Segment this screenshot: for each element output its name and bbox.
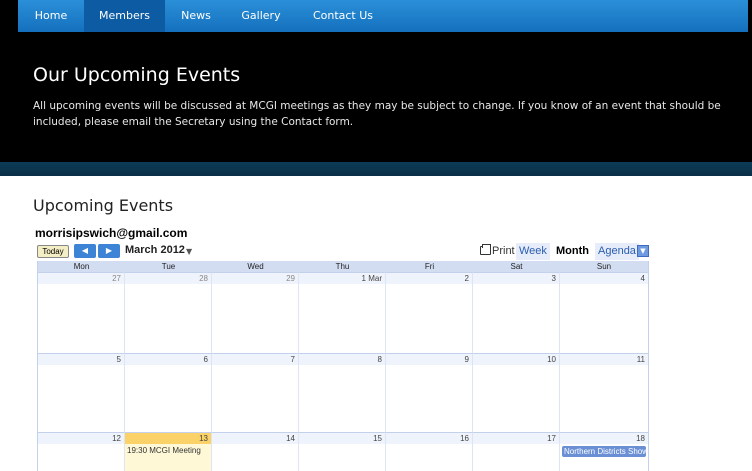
day-cell[interactable]: 17: [473, 432, 560, 471]
day-cell[interactable]: 15: [299, 432, 386, 471]
tab-month[interactable]: Month: [553, 243, 592, 260]
date-strip: [386, 273, 472, 284]
date-number[interactable]: 6: [204, 354, 208, 365]
day-header-wed: Wed: [247, 262, 264, 271]
day-cell[interactable]: 4: [560, 272, 648, 353]
day-header-mon: Mon: [73, 262, 90, 271]
date-number[interactable]: 18: [636, 433, 645, 444]
event-northern-districts-show[interactable]: Northern Districts Show: [562, 446, 646, 457]
date-number[interactable]: 17: [547, 433, 556, 444]
day-cell[interactable]: 1 Mar: [299, 272, 386, 353]
date-number[interactable]: 5: [117, 354, 121, 365]
today-button[interactable]: Today: [37, 245, 69, 258]
day-cell[interactable]: 3: [473, 272, 560, 353]
date-number[interactable]: 1 Mar: [362, 273, 382, 284]
chevron-left-icon: ◀: [81, 246, 89, 255]
date-strip: [212, 433, 298, 444]
hero-banner: Our Upcoming Events All upcoming events …: [0, 32, 752, 162]
day-header-sat: Sat: [510, 262, 523, 271]
date-strip: [299, 354, 385, 365]
date-number[interactable]: 14: [286, 433, 295, 444]
date-strip: [560, 273, 648, 284]
day-cell[interactable]: 14: [212, 432, 299, 471]
date-strip: [125, 433, 211, 444]
day-cell[interactable]: 29: [212, 272, 299, 353]
day-cell[interactable]: 16: [386, 432, 473, 471]
date-number[interactable]: 28: [199, 273, 208, 284]
print-button[interactable]: Print: [480, 244, 515, 257]
date-number[interactable]: 2: [465, 273, 469, 284]
day-cell[interactable]: 18 Northern Districts Show: [560, 432, 648, 471]
hero-divider: [0, 162, 752, 176]
day-header-sun: Sun: [596, 262, 612, 271]
date-number[interactable]: 9: [465, 354, 469, 365]
calendar-owner-email: morrisipswich@gmail.com: [35, 226, 188, 240]
date-strip: [38, 433, 124, 444]
date-number[interactable]: 10: [547, 354, 556, 365]
day-cell[interactable]: 9: [386, 353, 473, 432]
day-cell[interactable]: 5: [38, 353, 125, 432]
date-strip: [38, 273, 124, 284]
printer-icon: [480, 244, 491, 255]
date-number[interactable]: 27: [112, 273, 121, 284]
event-mcgi-meeting[interactable]: 19:30 MCGI Meeting: [127, 446, 211, 455]
date-strip: [212, 273, 298, 284]
calendar-grid: Mon Tue Wed Thu Fri Sat Sun 27 28 29 1 M…: [37, 261, 649, 471]
date-number[interactable]: 15: [373, 433, 382, 444]
date-number[interactable]: 29: [286, 273, 295, 284]
day-cell-today[interactable]: 13 19:30 MCGI Meeting: [125, 432, 212, 471]
nav-item-home[interactable]: Home: [18, 0, 84, 32]
top-navigation: Home Members News Gallery Contact Us: [0, 0, 752, 32]
tab-week[interactable]: Week: [516, 243, 550, 260]
next-month-button[interactable]: ▶: [98, 244, 120, 258]
hero-title: Our Upcoming Events: [33, 64, 241, 86]
section-title: Upcoming Events: [33, 196, 174, 215]
date-strip: [560, 354, 648, 365]
date-strip: [299, 433, 385, 444]
date-number[interactable]: 3: [552, 273, 556, 284]
view-dropdown-icon[interactable]: ▼: [637, 245, 649, 257]
date-number[interactable]: 16: [460, 433, 469, 444]
day-cell[interactable]: 11: [560, 353, 648, 432]
day-cell[interactable]: 28: [125, 272, 212, 353]
print-label: Print: [492, 245, 515, 257]
date-number[interactable]: 4: [641, 273, 645, 284]
date-strip: [386, 354, 472, 365]
date-strip: [473, 273, 559, 284]
date-number[interactable]: 13: [199, 433, 208, 444]
nav-item-news[interactable]: News: [165, 0, 227, 32]
day-header-thu: Thu: [335, 262, 350, 271]
date-strip: [386, 433, 472, 444]
tab-agenda[interactable]: Agenda: [595, 243, 639, 260]
day-cell[interactable]: 7: [212, 353, 299, 432]
date-strip: [560, 433, 648, 444]
day-header-row: Mon Tue Wed Thu Fri Sat Sun: [38, 261, 648, 272]
date-number[interactable]: 7: [291, 354, 295, 365]
day-cell[interactable]: 8: [299, 353, 386, 432]
date-strip: [473, 433, 559, 444]
prev-month-button[interactable]: ◀: [74, 244, 96, 258]
day-header-fri: Fri: [424, 262, 435, 271]
nav-item-contact-us[interactable]: Contact Us: [295, 0, 391, 32]
date-strip: [473, 354, 559, 365]
date-number[interactable]: 12: [112, 433, 121, 444]
day-cell[interactable]: 6: [125, 353, 212, 432]
date-strip: [125, 354, 211, 365]
date-strip: [125, 273, 211, 284]
date-number[interactable]: 11: [637, 354, 645, 365]
day-header-tue: Tue: [161, 262, 176, 271]
chevron-right-icon: ▶: [105, 246, 113, 255]
day-cell[interactable]: 27: [38, 272, 125, 353]
month-label: March 2012: [125, 244, 185, 256]
date-strip: [212, 354, 298, 365]
nav-item-members[interactable]: Members: [84, 0, 165, 32]
hero-description: All upcoming events will be discussed at…: [33, 100, 721, 128]
day-cell[interactable]: 2: [386, 272, 473, 353]
day-cell[interactable]: 12: [38, 432, 125, 471]
date-number[interactable]: 8: [378, 354, 382, 365]
month-dropdown-icon[interactable]: ▼: [186, 247, 192, 256]
day-cell[interactable]: 10: [473, 353, 560, 432]
nav-item-gallery[interactable]: Gallery: [227, 0, 295, 32]
date-strip: [38, 354, 124, 365]
